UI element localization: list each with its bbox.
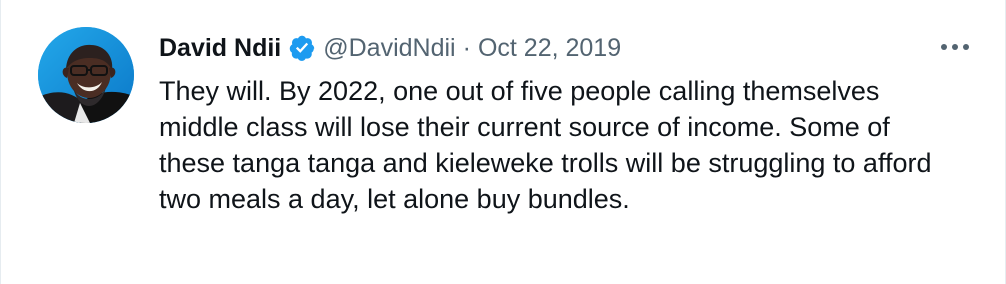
author-handle[interactable]: @DavidNdii — [323, 30, 455, 66]
avatar-photo — [38, 27, 134, 123]
tweet-text: They will. By 2022, one out of five peop… — [159, 76, 932, 214]
tweet-timestamp[interactable]: Oct 22, 2019 — [478, 30, 621, 66]
tweet-header: David Ndii @DavidNdii · Oct 22, 2019 — [159, 30, 621, 66]
avatar[interactable] — [38, 27, 134, 123]
author-display-name[interactable]: David Ndii — [159, 30, 281, 66]
more-options-icon — [941, 44, 969, 50]
verified-badge-icon — [288, 34, 316, 62]
tweet-card[interactable]: David Ndii @DavidNdii · Oct 22, 2019 The… — [0, 0, 1006, 284]
header-separator: · — [462, 34, 471, 62]
more-options-button[interactable] — [938, 36, 972, 58]
